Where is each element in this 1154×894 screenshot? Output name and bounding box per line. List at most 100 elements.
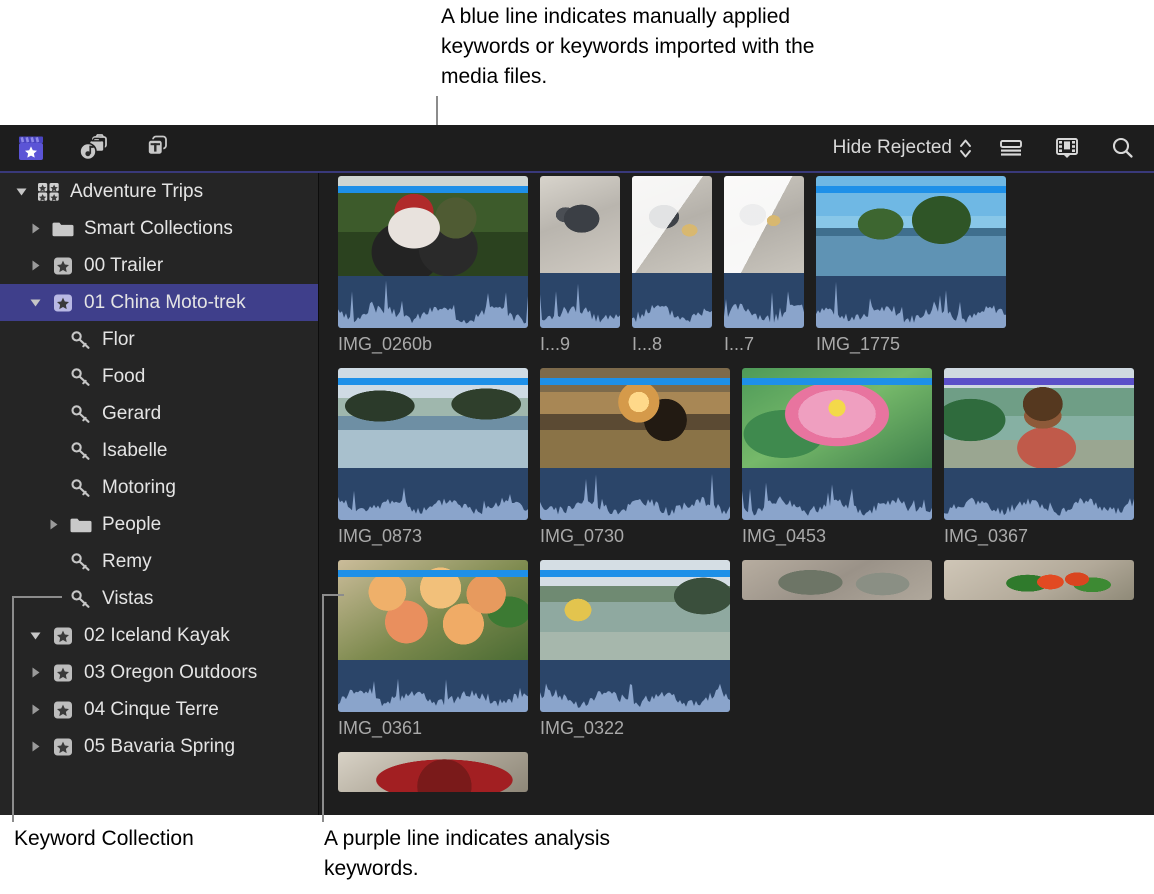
chevron-down-icon[interactable] (8, 184, 34, 199)
sidebar-item-label: Vistas (102, 588, 153, 610)
clip-audio-waveform (338, 660, 528, 712)
keyword-icon (66, 588, 96, 610)
sidebar-item-00-trailer[interactable]: 00 Trailer (0, 247, 318, 284)
clip-cell[interactable] (944, 560, 1134, 739)
hide-rejected-label: Hide Rejected (833, 137, 952, 159)
sidebar-item-adventure-trips[interactable]: Adventure Trips (0, 173, 318, 210)
sidebar-item-label: People (102, 514, 161, 536)
clip-cell[interactable]: IMG_1775 (816, 176, 1006, 355)
clip-cell[interactable]: IMG_0453 (742, 368, 932, 547)
sidebar-item-vistas[interactable]: Vistas (0, 580, 318, 617)
sidebar-item-04-cinque-terre[interactable]: 04 Cinque Terre (0, 691, 318, 728)
clip-thumbnail[interactable] (338, 368, 528, 520)
clip-thumbnail[interactable] (742, 368, 932, 520)
chevron-down-icon[interactable] (22, 628, 48, 643)
clip-thumbnail[interactable] (742, 560, 932, 600)
search-icon[interactable] (1106, 133, 1140, 163)
clip-name-label: I...8 (632, 334, 712, 355)
clip-thumbnail[interactable] (944, 368, 1134, 520)
clip-video-preview (540, 176, 620, 273)
clip-cell[interactable]: I...7 (724, 176, 804, 355)
library-icon (34, 181, 64, 203)
sidebar-item-people[interactable]: People (0, 506, 318, 543)
event-star-icon (48, 625, 78, 647)
clip-audio-waveform (338, 276, 528, 328)
clip-thumbnail[interactable] (338, 176, 528, 328)
clip-thumbnail[interactable] (540, 560, 730, 712)
sidebar-item-motoring[interactable]: Motoring (0, 469, 318, 506)
sidebar-item-smart-collections[interactable]: Smart Collections (0, 210, 318, 247)
sidebar-item-label: 05 Bavaria Spring (84, 736, 235, 758)
clip-name-label: IMG_0873 (338, 526, 528, 547)
clip-audio-waveform (632, 273, 712, 328)
keyword-icon (66, 477, 96, 499)
folder-icon (66, 515, 96, 535)
sidebar-item-label: Motoring (102, 477, 176, 499)
callout-purple-line-note: A purple line indicates analysis keyword… (324, 824, 654, 884)
clip-cell[interactable] (338, 752, 528, 792)
clip-cell[interactable]: IMG_0260b (338, 176, 528, 355)
manual-keyword-line (338, 186, 528, 193)
clip-cell[interactable]: IMG_0873 (338, 368, 528, 547)
clip-thumbnail[interactable] (816, 176, 1006, 328)
sidebar-item-label: Flor (102, 329, 135, 351)
sidebar-item-flor[interactable]: Flor (0, 321, 318, 358)
hide-rejected-filter[interactable]: Hide Rejected (833, 137, 972, 159)
clip-thumbnail[interactable] (338, 560, 528, 712)
clip-video-preview (632, 176, 712, 273)
browser-toolbar: Hide Rejected (0, 125, 1154, 173)
sidebar-item-02-iceland-kayak[interactable]: 02 Iceland Kayak (0, 617, 318, 654)
sidebar-item-gerard[interactable]: Gerard (0, 395, 318, 432)
sidebar-item-01-china-moto-trek[interactable]: 01 China Moto-trek (0, 284, 318, 321)
chevron-right-icon[interactable] (22, 665, 48, 680)
clip-thumbnail[interactable] (540, 176, 620, 328)
clip-cell[interactable]: IMG_0367 (944, 368, 1134, 547)
clip-thumbnail[interactable] (338, 752, 528, 792)
clip-audio-waveform (540, 273, 620, 328)
clip-cell[interactable]: IMG_0730 (540, 368, 730, 547)
chevron-right-icon[interactable] (40, 517, 66, 532)
sidebar-item-remy[interactable]: Remy (0, 543, 318, 580)
sidebar-item-food[interactable]: Food (0, 358, 318, 395)
chevron-updown-icon[interactable] (959, 138, 972, 159)
clip-cell[interactable]: IMG_0322 (540, 560, 730, 739)
clip-name-label: IMG_0453 (742, 526, 932, 547)
sidebar-item-05-bavaria-spring[interactable]: 05 Bavaria Spring (0, 728, 318, 765)
chevron-right-icon[interactable] (22, 221, 48, 236)
sidebar-item-03-oregon-outdoors[interactable]: 03 Oregon Outdoors (0, 654, 318, 691)
clip-cell[interactable]: I...9 (540, 176, 620, 355)
sidebar-item-label: Gerard (102, 403, 161, 425)
photos-and-audio-icon[interactable] (76, 133, 110, 163)
clip-cell[interactable] (742, 560, 932, 739)
chevron-down-icon[interactable] (22, 295, 48, 310)
chevron-right-icon[interactable] (22, 739, 48, 754)
clip-video-preview (724, 176, 804, 273)
callout-keyword-collection-note: Keyword Collection (14, 824, 214, 854)
event-star-icon (48, 699, 78, 721)
clip-cell[interactable]: IMG_0361 (338, 560, 528, 739)
clip-thumbnail[interactable] (724, 176, 804, 328)
clip-name-label: IMG_0361 (338, 718, 528, 739)
callout-blue-line-note: A blue line indicates manually applied k… (441, 2, 861, 92)
clip-name-label: IMG_0322 (540, 718, 730, 739)
manual-keyword-line (540, 378, 730, 385)
titles-and-generators-icon[interactable] (138, 133, 172, 163)
clip-thumbnail[interactable] (540, 368, 730, 520)
sidebar-item-isabelle[interactable]: Isabelle (0, 432, 318, 469)
event-star-icon (48, 662, 78, 684)
clip-thumbnail[interactable] (632, 176, 712, 328)
chevron-right-icon[interactable] (22, 702, 48, 717)
chevron-right-icon[interactable] (22, 258, 48, 273)
callout-leader-purple-h (322, 594, 344, 596)
sidebar-item-label: 03 Oregon Outdoors (84, 662, 257, 684)
clip-browser[interactable]: IMG_0260bI...9 I...8 I...7IMG_1775 IMG_0873… (320, 173, 1154, 815)
filmstrip-view-icon[interactable] (1050, 133, 1084, 163)
clip-audio-waveform (816, 276, 1006, 328)
libraries-icon[interactable] (14, 133, 48, 163)
clip-cell[interactable]: I...8 (632, 176, 712, 355)
keyword-icon (66, 366, 96, 388)
list-view-icon[interactable] (994, 133, 1028, 163)
libraries-sidebar[interactable]: Adventure TripsSmart Collections00 Trail… (0, 173, 319, 815)
clip-video-preview (338, 752, 528, 792)
clip-thumbnail[interactable] (944, 560, 1134, 600)
